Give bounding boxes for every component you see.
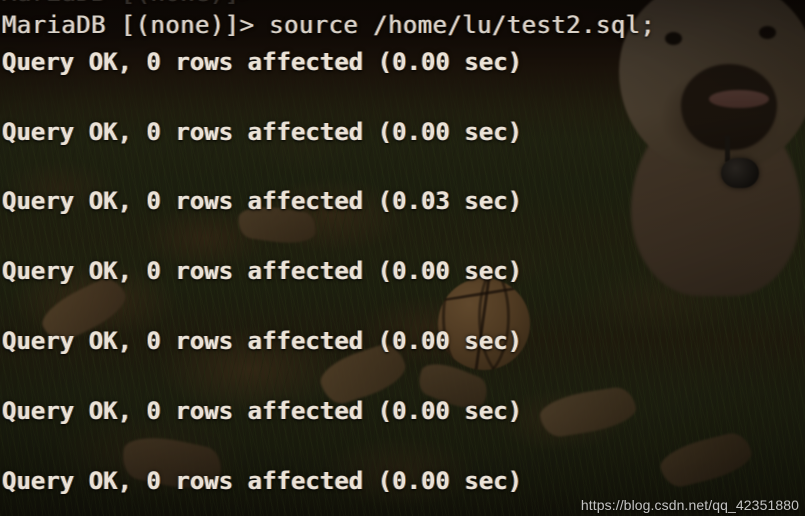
terminal-result-line: Query OK, 0 rows affected (0.00 sec) [2, 48, 523, 76]
watermark-url: https://blog.csdn.net/qq_42351880 [580, 497, 799, 513]
terminal-output: MariaDB [(none)]> MariaDB [(none)]> sour… [0, 0, 805, 516]
terminal-line-truncated: MariaDB [(none)]> [2, 0, 254, 8]
terminal-result-line: Query OK, 0 rows affected (0.00 sec) [2, 118, 523, 146]
terminal-prompt-line: MariaDB [(none)]> source /home/lu/test2.… [2, 11, 656, 39]
terminal-result-line: Query OK, 0 rows affected (0.00 sec) [2, 257, 523, 285]
terminal-result-line: Query OK, 0 rows affected (0.00 sec) [2, 327, 523, 355]
terminal-result-line: Query OK, 0 rows affected (0.00 sec) [2, 467, 523, 495]
terminal-result-line: Query OK, 0 rows affected (0.00 sec) [2, 397, 523, 425]
terminal-window[interactable]: MariaDB [(none)]> MariaDB [(none)]> sour… [0, 0, 805, 516]
terminal-result-line: Query OK, 0 rows affected (0.03 sec) [2, 187, 523, 215]
